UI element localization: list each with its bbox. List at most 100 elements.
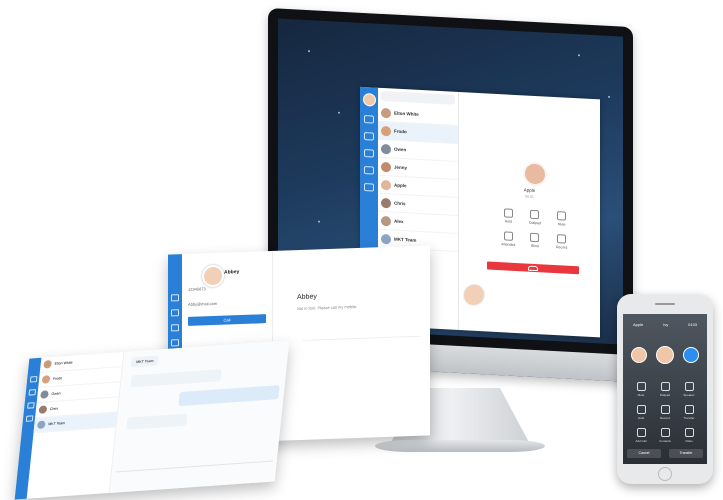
hold-icon <box>636 405 646 414</box>
dialpad-icon <box>660 382 670 391</box>
profile-avatar <box>202 264 224 288</box>
avatar <box>631 347 647 363</box>
chat-window: Elton White Frodo Owen Chris MKT Team MKT Te… <box>14 340 290 500</box>
control-label: Attended <box>501 242 516 247</box>
profile-detail: Abbey Not in font. Please call my mobile… <box>273 245 485 440</box>
voicemail-icon[interactable] <box>364 166 374 175</box>
call-control-dialpad[interactable]: Dialpad <box>522 209 549 225</box>
avatar <box>36 420 46 430</box>
settings-icon[interactable] <box>25 415 33 422</box>
avatar <box>381 107 391 118</box>
avatar <box>381 179 391 190</box>
user-icon <box>683 347 699 363</box>
avatar <box>381 161 391 172</box>
speaker-icon <box>684 382 694 391</box>
control-label: Dialpad <box>529 220 541 226</box>
message-input[interactable] <box>114 460 273 485</box>
video-icon <box>684 428 694 437</box>
history-icon[interactable] <box>364 149 374 158</box>
avatar <box>40 390 49 399</box>
call-control-record[interactable]: Record <box>548 234 575 250</box>
phone-icon <box>528 265 538 271</box>
contact-name: Chris <box>49 406 59 412</box>
call-control-mute[interactable]: Mute <box>548 211 575 227</box>
control-label: Record <box>660 416 670 420</box>
control-label: Video <box>685 439 693 443</box>
call-control-hold[interactable]: Hold <box>495 208 522 224</box>
phone-control-transfer[interactable]: Transfer <box>677 405 701 420</box>
phone-control-dialpad[interactable]: Dialpad <box>653 382 677 397</box>
contacts-icon <box>660 428 670 437</box>
chat-icon[interactable] <box>27 389 36 396</box>
history-icon[interactable] <box>171 324 179 332</box>
dialpad-icon <box>530 209 540 220</box>
mobile-phone: Apple Ivy 0103 Mute Dialpad Speaker Hold Rec… <box>617 294 713 484</box>
contact-name: Elton White <box>54 360 73 366</box>
control-label: Dialpad <box>659 393 671 397</box>
contacts-icon[interactable] <box>171 294 179 302</box>
hangup-button[interactable] <box>487 261 579 275</box>
contact-name: Jenny <box>394 164 408 171</box>
chat-bubble <box>130 369 222 388</box>
control-label: Hold <box>504 219 512 224</box>
phone-control-contacts[interactable]: Contacts <box>653 428 677 443</box>
avatar <box>381 233 391 244</box>
avatar <box>38 405 48 414</box>
attended-icon <box>503 231 513 241</box>
phone-control-add-call[interactable]: Add Call <box>629 428 653 443</box>
contacts-icon[interactable] <box>29 376 37 383</box>
avatar[interactable] <box>362 92 376 107</box>
chat-conversation: MKT Team <box>109 340 290 493</box>
record-icon <box>557 234 567 244</box>
call-control-blind[interactable]: Blind <box>522 232 549 248</box>
control-label: Speaker <box>683 393 695 397</box>
mute-icon <box>557 211 567 221</box>
contact-name: Elton White <box>394 110 419 117</box>
transfer-icon <box>684 405 694 414</box>
home-button[interactable] <box>658 467 672 481</box>
caller-avatar <box>523 161 547 187</box>
phone-control-video[interactable]: Video <box>677 428 701 443</box>
contact-name: Frodo <box>394 128 407 135</box>
profile-phone: 12345673 <box>188 286 206 292</box>
phone-control-record[interactable]: Record <box>653 405 677 420</box>
avatar <box>381 125 391 136</box>
participant-avatars <box>631 346 699 364</box>
chat-icon[interactable] <box>171 309 179 317</box>
chat-icon[interactable] <box>364 132 374 141</box>
call-button[interactable]: Call <box>188 314 266 326</box>
settings-icon[interactable] <box>171 339 179 347</box>
call-actions: Cancel Transfer <box>627 449 703 458</box>
chat-bubble <box>126 413 188 430</box>
detail-status: Not in font. Please call my mobile. <box>297 303 358 312</box>
contacts-icon[interactable] <box>364 115 374 124</box>
avatar <box>41 375 51 384</box>
call-controls: Hold Dialpad Mute Attended Blind Record <box>495 208 575 250</box>
transfer-button[interactable]: Transfer <box>669 449 703 458</box>
history-icon[interactable] <box>26 402 35 409</box>
call-control-attended[interactable]: Attended <box>495 231 522 247</box>
chat-title: MKT Team <box>130 355 160 368</box>
phone-control-speaker[interactable]: Speaker <box>677 382 701 397</box>
phone-control-mute[interactable]: Mute <box>629 382 653 397</box>
settings-icon[interactable] <box>364 183 374 192</box>
contact-name: Owen <box>394 146 407 153</box>
contact-name: MKT Team <box>48 421 66 427</box>
cancel-button[interactable]: Cancel <box>627 449 661 458</box>
control-label: Transfer <box>683 416 695 420</box>
control-label: Record <box>556 245 568 250</box>
phone-speaker <box>655 303 675 305</box>
avatar <box>381 197 391 208</box>
avatar <box>656 346 674 364</box>
contact-name: MKT Team <box>394 236 417 243</box>
mute-icon <box>636 382 646 391</box>
record-icon <box>660 405 670 414</box>
contact-name: Apple <box>394 182 407 189</box>
search-input[interactable] <box>381 90 455 105</box>
phone-control-hold[interactable]: Hold <box>629 405 653 420</box>
detail-footer <box>303 335 420 344</box>
call-participants: Apple Ivy 0103 <box>623 322 707 327</box>
avatar <box>43 359 53 369</box>
control-label: Contacts <box>659 439 671 443</box>
control-label: Add Call <box>635 439 647 443</box>
